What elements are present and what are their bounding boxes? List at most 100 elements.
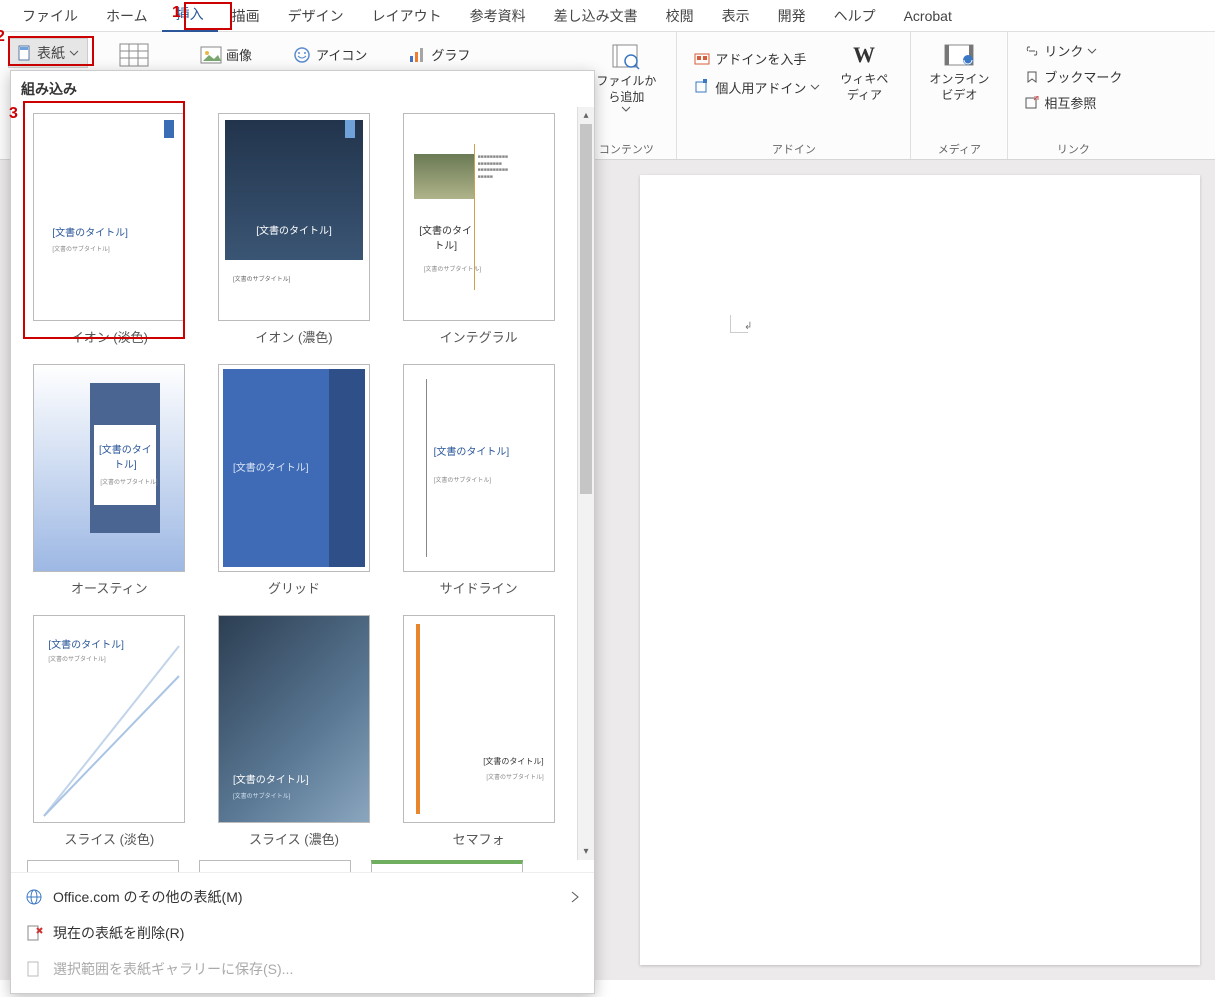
thumb-sub: [文書のサブタイトル] bbox=[48, 654, 105, 663]
media-group-label: メディア bbox=[938, 141, 981, 157]
tab-draw[interactable]: 描画 bbox=[218, 0, 274, 32]
chevron-down-icon bbox=[810, 82, 820, 92]
thumb-sub: [文書のサブタイトル] bbox=[424, 264, 481, 273]
picture-icon bbox=[200, 46, 222, 64]
remove-cover-label: 現在の表紙を削除(R) bbox=[53, 923, 184, 943]
chevron-down-icon bbox=[1087, 46, 1097, 56]
gallery-item-slice-light[interactable]: [文書のタイトル] [文書のサブタイトル] スライス (淡色) bbox=[27, 615, 192, 848]
cover-page-button[interactable]: 表紙 bbox=[8, 38, 88, 68]
media-group: オンラインビデオ メディア bbox=[911, 32, 1008, 159]
picture-button[interactable]: 画像 bbox=[194, 42, 258, 67]
tab-file[interactable]: ファイル bbox=[8, 0, 92, 32]
page-icon bbox=[17, 45, 33, 61]
thumb-sub: [文書のサブタイトル] bbox=[486, 772, 543, 781]
cross-ref-icon bbox=[1024, 96, 1040, 110]
gallery-scrollbar[interactable]: ▴ ▾ bbox=[577, 107, 594, 860]
my-addins-button[interactable]: 個人用アドイン bbox=[687, 75, 826, 100]
link-label: リンク bbox=[1044, 41, 1083, 60]
chart-button[interactable]: グラフ bbox=[401, 42, 476, 67]
svg-text:W: W bbox=[853, 42, 875, 67]
tab-insert[interactable]: 挿入 bbox=[162, 0, 218, 33]
gallery-caption: スライス (濃色) bbox=[249, 829, 339, 848]
reuse-files-icon bbox=[609, 42, 643, 70]
links-group-label: リンク bbox=[1057, 141, 1090, 157]
thumb-sub: [文書のサブタイトル] bbox=[52, 244, 109, 253]
gallery-item-integral[interactable]: ■■■■■■■■■■■■■■■■■■■■■■■■■■■■■■■■■ [文書のタイ… bbox=[396, 113, 561, 346]
tab-acrobat[interactable]: Acrobat bbox=[890, 2, 966, 30]
thumb-title: [文書のタイトル] bbox=[96, 441, 154, 471]
thumb-sub: [文書のサブタイトル] bbox=[233, 791, 290, 800]
tab-design[interactable]: デザイン bbox=[274, 0, 358, 32]
cross-reference-button[interactable]: 相互参照 bbox=[1018, 90, 1102, 115]
online-video-button[interactable]: オンラインビデオ bbox=[921, 38, 997, 107]
table-icon bbox=[118, 42, 150, 70]
picture-label: 画像 bbox=[226, 45, 252, 64]
save-selection-label: 選択範囲を表紙ギャラリーに保存(S)... bbox=[53, 959, 293, 979]
get-addins-button[interactable]: アドインを入手 bbox=[687, 46, 826, 71]
gallery-item-slice-dark[interactable]: [文書のタイトル] [文書のサブタイトル] スライス (濃色) bbox=[212, 615, 377, 848]
gallery-item-ion-dark[interactable]: [文書のタイトル] [文書のサブタイトル] イオン (濃色) bbox=[212, 113, 377, 346]
gallery-item-ion-light[interactable]: [文書のタイトル] [文書のサブタイトル] イオン (淡色) bbox=[27, 113, 192, 346]
dropdown-menu: Office.com のその他の表紙(M) 現在の表紙を削除(R) 選択範囲を表… bbox=[11, 872, 594, 993]
icons-label: アイコン bbox=[316, 45, 367, 64]
icons-button[interactable]: アイコン bbox=[286, 42, 373, 67]
links-group: リンク ブックマーク 相互参照 リンク bbox=[1008, 32, 1138, 159]
gallery-caption: インテグラル bbox=[440, 327, 518, 346]
thumb-sub: [文書のサブタイトル] bbox=[100, 477, 157, 486]
wikipedia-button[interactable]: W ウィキペディア bbox=[828, 38, 900, 107]
chart-label: グラフ bbox=[431, 45, 470, 64]
online-video-label: オンラインビデオ bbox=[929, 72, 989, 103]
gallery-caption: サイドライン bbox=[440, 578, 518, 597]
thumb-sub: [文書のサブタイトル] bbox=[233, 274, 290, 283]
gallery-item-austin[interactable]: [文書のタイトル] [文書のサブタイトル] オースティン bbox=[27, 364, 192, 597]
icons-icon bbox=[292, 46, 312, 64]
remove-cover-item[interactable]: 現在の表紙を削除(R) bbox=[11, 915, 594, 951]
gallery-caption: グリッド bbox=[268, 578, 320, 597]
wikipedia-label: ウィキペディア bbox=[836, 72, 892, 103]
get-addins-label: アドインを入手 bbox=[715, 49, 806, 68]
tab-references[interactable]: 参考資料 bbox=[456, 0, 540, 32]
gallery-caption: スライス (淡色) bbox=[64, 829, 154, 848]
link-button[interactable]: リンク bbox=[1018, 38, 1103, 63]
gallery-caption: セマフォ bbox=[453, 829, 505, 848]
thumb-title: [文書のタイトル] bbox=[219, 222, 369, 237]
bookmark-icon bbox=[1024, 70, 1040, 84]
link-icon bbox=[1024, 44, 1040, 58]
cover-page-gallery: [文書のタイトル] [文書のサブタイトル] イオン (淡色) [文書のタイトル]… bbox=[11, 107, 577, 860]
chevron-right-icon bbox=[570, 891, 580, 903]
dropdown-header: 組み込み bbox=[11, 71, 594, 107]
gallery-caption: オースティン bbox=[71, 578, 148, 597]
bookmark-button[interactable]: ブックマーク bbox=[1018, 64, 1128, 89]
gallery-item-semaphore[interactable]: [文書のタイトル] [文書のサブタイトル] セマフォ bbox=[396, 615, 561, 848]
bookmark-label: ブックマーク bbox=[1044, 67, 1122, 86]
addins-group: アドインを入手 個人用アドイン W ウィキペディア アドイン bbox=[677, 32, 911, 159]
tab-review[interactable]: 校閲 bbox=[652, 0, 708, 32]
store-icon bbox=[693, 50, 711, 66]
save-selection-item: 選択範囲を表紙ギャラリーに保存(S)... bbox=[11, 951, 594, 987]
scroll-up-button[interactable]: ▴ bbox=[578, 107, 594, 124]
scroll-down-button[interactable]: ▾ bbox=[578, 843, 594, 860]
chart-icon bbox=[407, 46, 427, 64]
tab-mailings[interactable]: 差し込み文書 bbox=[540, 0, 652, 32]
tab-home[interactable]: ホーム bbox=[92, 0, 162, 32]
tab-help[interactable]: ヘルプ bbox=[820, 0, 890, 32]
gallery-item-grid[interactable]: [文書のタイトル] グリッド bbox=[212, 364, 377, 597]
thumb-title: [文書のタイトル] bbox=[434, 443, 510, 458]
chevron-down-icon bbox=[69, 48, 79, 58]
gallery-item-sideline[interactable]: [文書のタイトル] [文書のサブタイトル] サイドライン bbox=[396, 364, 561, 597]
tab-developer[interactable]: 開発 bbox=[764, 0, 820, 32]
reuse-files-button[interactable]: ファイルから追加 bbox=[586, 38, 666, 117]
thumb-title: [文書のタイトル] bbox=[233, 771, 309, 786]
cover-page-label: 表紙 bbox=[37, 43, 65, 63]
paragraph-mark: ↲ bbox=[744, 321, 752, 332]
document-page[interactable]: ↲ bbox=[640, 175, 1200, 965]
reuse-group-label: コンテンツ bbox=[599, 141, 654, 157]
tab-view[interactable]: 表示 bbox=[708, 0, 764, 32]
remove-page-icon bbox=[25, 924, 43, 942]
tab-strip: ファイル ホーム 挿入 描画 デザイン レイアウト 参考資料 差し込み文書 校閲… bbox=[0, 0, 1215, 32]
scroll-thumb[interactable] bbox=[580, 124, 592, 494]
more-from-office-item[interactable]: Office.com のその他の表紙(M) bbox=[11, 879, 594, 915]
save-gallery-icon bbox=[25, 960, 43, 978]
tab-layout[interactable]: レイアウト bbox=[358, 0, 456, 32]
thumb-title: [文書のタイトル] bbox=[233, 459, 309, 474]
